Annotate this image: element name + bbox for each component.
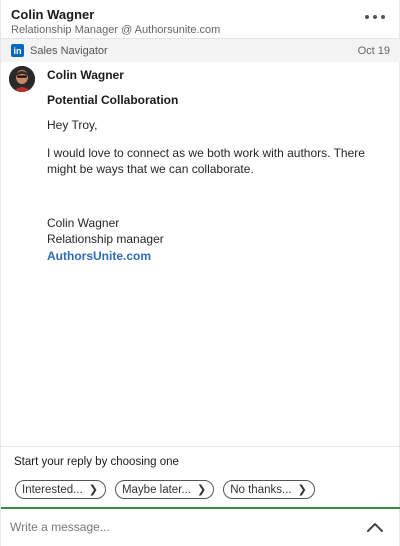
signature-title: Relationship manager xyxy=(47,232,164,246)
chevron-right-icon: ❯ xyxy=(297,484,307,496)
chip-label: No thanks... xyxy=(230,483,292,496)
contact-name[interactable]: Colin Wagner xyxy=(11,7,391,23)
dot xyxy=(373,15,377,19)
message-input[interactable] xyxy=(10,517,340,537)
message-thread-panel: Colin Wagner Relationship Manager @ Auth… xyxy=(0,0,400,546)
quick-reply-maybe-later[interactable]: Maybe later... ❯ xyxy=(114,480,215,499)
message-date: Oct 19 xyxy=(357,44,390,57)
sender-name[interactable]: Colin Wagner xyxy=(47,68,377,82)
quick-reply-prompt: Start your reply by choosing one xyxy=(14,456,179,468)
compose-bar xyxy=(1,507,400,546)
message-content: Colin Wagner Potential Collaboration Hey… xyxy=(47,68,377,265)
quick-reply-interested[interactable]: Interested... ❯ xyxy=(15,480,106,499)
source-label: Sales Navigator xyxy=(30,44,108,57)
chip-label: Interested... xyxy=(22,483,83,496)
chip-label: Maybe later... xyxy=(121,483,191,496)
contact-headline: Relationship Manager @ Authorsunite.com xyxy=(11,24,221,36)
quick-reply-no-thanks[interactable]: No thanks... ❯ xyxy=(223,480,315,499)
signature-link[interactable]: AuthorsUnite.com xyxy=(47,249,151,263)
linkedin-icon: in xyxy=(11,44,24,57)
quick-reply-options: Interested... ❯ Maybe later... ❯ No than… xyxy=(15,480,315,499)
avatar[interactable] xyxy=(9,66,35,92)
chevron-right-icon: ❯ xyxy=(197,484,207,496)
chevron-right-icon: ❯ xyxy=(88,484,98,496)
dot xyxy=(381,15,385,19)
avatar-image xyxy=(9,66,35,92)
message-greeting: Hey Troy, xyxy=(47,118,98,132)
message-body: I would love to connect as we both work … xyxy=(47,146,365,176)
dot xyxy=(365,15,369,19)
message-source-bar: in Sales Navigator Oct 19 xyxy=(1,38,400,62)
signature-name: Colin Wagner xyxy=(47,216,120,230)
conversation-header: Colin Wagner Relationship Manager @ Auth… xyxy=(1,0,400,38)
signature: Colin Wagner Relationship manager Author… xyxy=(47,215,377,265)
quick-reply-area: Start your reply by choosing one Interes… xyxy=(1,446,400,508)
chevron-up-icon[interactable] xyxy=(366,520,384,534)
more-options-icon[interactable] xyxy=(365,10,385,24)
message-subject: Potential Collaboration xyxy=(47,93,179,107)
